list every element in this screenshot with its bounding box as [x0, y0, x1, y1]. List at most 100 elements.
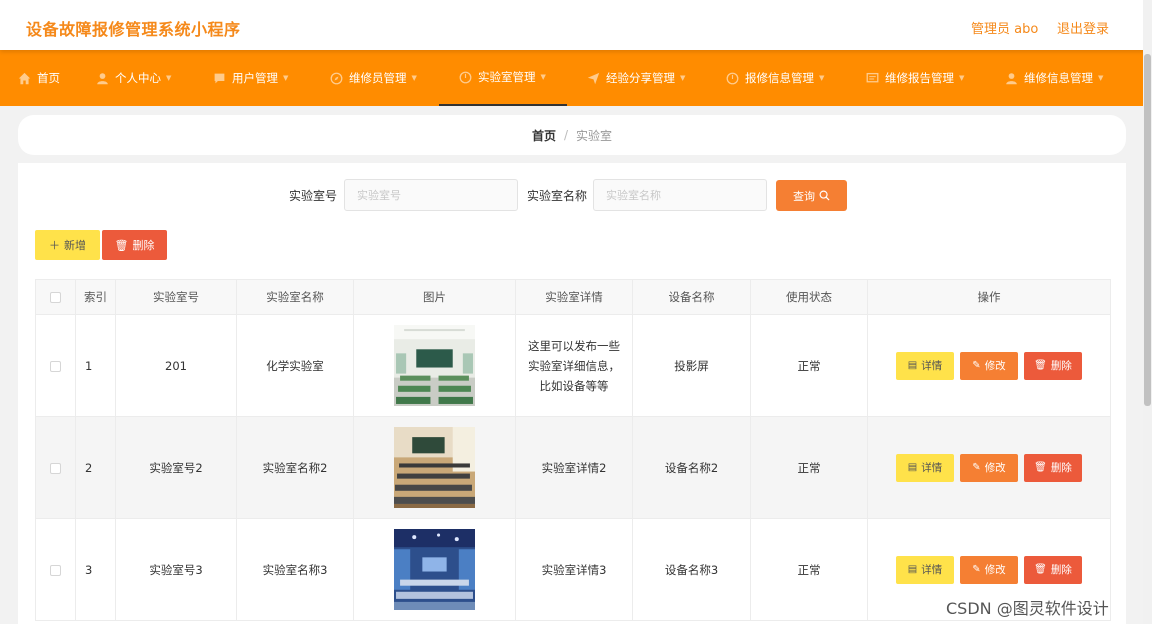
breadcrumb-separator: / [563, 128, 569, 142]
person-icon [97, 72, 108, 84]
edit-button[interactable]: ✎ 修改 [960, 555, 1018, 584]
nav-item-label: 首页 [37, 71, 60, 85]
column-header: 实验室名称 [236, 279, 354, 315]
document-icon: ▤ [907, 360, 918, 371]
lab-photo-3[interactable] [394, 529, 475, 610]
pencil-icon: ✎ [972, 360, 981, 371]
lab-photo-2[interactable] [394, 427, 475, 508]
cell-image [353, 416, 516, 519]
breadcrumb-home[interactable]: 首页 [532, 127, 556, 144]
cell-lab-name: 实验室名称3 [236, 518, 354, 621]
cell-image [353, 314, 516, 417]
cell-lab-detail: 实验室详情3 [515, 518, 633, 621]
edit-button-label: 修改 [984, 564, 1006, 576]
select-all-header [35, 279, 76, 315]
page-scrollbar[interactable] [1143, 0, 1152, 624]
edit-button[interactable]: ✎ 修改 [960, 351, 1018, 380]
trash-icon: 🗑 [114, 238, 129, 252]
nav-item-label: 报修信息管理 [745, 71, 814, 85]
row-checkbox[interactable] [50, 360, 61, 372]
cell-lab-no: 201 [115, 314, 237, 417]
cell-status: 正常 [750, 416, 868, 519]
detail-button[interactable]: ▤ 详情 [896, 453, 954, 482]
nav-item-profile[interactable]: 个人中心 ▼ [96, 50, 171, 106]
message-icon [866, 72, 879, 82]
chevron-down-icon: ▼ [166, 74, 172, 82]
chevron-down-icon: ▼ [1098, 74, 1104, 82]
breadcrumb: 首页 / 实验室 [18, 115, 1126, 155]
batch-delete-button[interactable]: 🗑 删除 [102, 230, 167, 260]
cell-actions: ▤ 详情 ✎ 修改 🗑 删除 [867, 416, 1111, 519]
nav-item-repair-info[interactable]: 维修信息管理 ▼ [1005, 50, 1103, 106]
lab-no-label: 实验室号 [289, 189, 338, 203]
lab-photo-1[interactable] [394, 325, 475, 406]
document-icon: ▤ [907, 564, 918, 575]
edit-button[interactable]: ✎ 修改 [960, 453, 1018, 482]
cell-index: 1 [75, 314, 116, 417]
select-all-checkbox[interactable] [50, 292, 61, 303]
pencil-icon: ✎ [972, 462, 981, 473]
cell-lab-detail: 实验室详情2 [515, 416, 633, 519]
delete-button-label: 删除 [1050, 462, 1072, 474]
cell-status: 正常 [750, 518, 868, 621]
cell-device: 设备名称2 [632, 416, 751, 519]
lab-name-input[interactable] [593, 179, 767, 211]
trash-icon: 🗑 [1034, 462, 1047, 473]
trash-icon: 🗑 [1034, 360, 1047, 371]
nav-item-labs[interactable]: 实验室管理 ▼ [439, 50, 567, 106]
nav-item-repairmen[interactable]: 维修员管理 ▼ [330, 50, 417, 106]
lab-name-label: 实验室名称 [527, 189, 588, 203]
detail-button[interactable]: ▤ 详情 [896, 351, 954, 380]
main-navbar: 首页 个人中心 ▼ 用户管理 ▼ 维修员管理 ▼ 实验室管理 ▼ 经验分享管理 … [0, 50, 1152, 106]
detail-button[interactable]: ▤ 详情 [896, 555, 954, 584]
nav-item-repair-requests[interactable]: 报修信息管理 ▼ [726, 50, 824, 106]
chat-icon [214, 73, 225, 83]
lab-detail-text: 这里可以发布一些实验室详细信息，比如设备等等 [528, 338, 620, 393]
scrollbar-thumb[interactable] [1144, 54, 1151, 406]
nav-item-repair-reports[interactable]: 维修报告管理 ▼ [866, 50, 964, 106]
nav-item-users[interactable]: 用户管理 ▼ [213, 50, 288, 106]
delete-button[interactable]: 🗑 删除 [1024, 351, 1082, 380]
chevron-down-icon: ▼ [540, 73, 546, 81]
delete-button[interactable]: 🗑 删除 [1024, 453, 1082, 482]
cell-actions: ▤ 详情 ✎ 修改 🗑 删除 [867, 314, 1111, 417]
logout-link[interactable]: 退出登录 [1057, 18, 1109, 37]
home-icon [18, 72, 31, 84]
cell-index: 2 [75, 416, 116, 519]
detail-button-label: 详情 [921, 564, 943, 576]
row-checkbox[interactable] [50, 564, 61, 576]
nav-item-label: 经验分享管理 [606, 71, 675, 85]
main-content: 实验室号 实验室名称 查询 ＋ 新增 🗑 删除 索引 实验室号 实验室名称 图片 [18, 163, 1126, 624]
query-button-label: 查询 [793, 189, 815, 203]
clock-icon [459, 71, 472, 83]
lab-table: 索引 实验室号 实验室名称 图片 实验室详情 设备名称 使用状态 操作 1 20… [35, 279, 1111, 621]
column-header: 实验室号 [115, 279, 237, 315]
nav-item-experience[interactable]: 经验分享管理 ▼ [587, 50, 685, 106]
column-header: 索引 [75, 279, 116, 315]
chevron-down-icon: ▼ [283, 74, 289, 82]
admin-user-label: 管理员 abo [971, 22, 1039, 37]
trash-icon: 🗑 [1034, 564, 1047, 575]
lab-no-input[interactable] [344, 179, 518, 211]
row-checkbox[interactable] [50, 462, 61, 474]
cell-lab-detail: 这里可以发布一些实验室详细信息，比如设备等等 [515, 314, 633, 417]
cell-lab-no: 实验室号3 [115, 518, 237, 621]
column-header: 图片 [353, 279, 516, 315]
breadcrumb-current: 实验室 [576, 128, 613, 143]
nav-item-label: 维修报告管理 [885, 71, 954, 85]
delete-button[interactable]: 🗑 删除 [1024, 555, 1082, 584]
table-row: 1 201 化学实验室 这里可以发布一些实验室详细信息，比如设备等等 投影屏 正… [35, 314, 1111, 417]
cell-lab-name: 实验室名称2 [236, 416, 354, 519]
add-button-label: 新增 [64, 239, 86, 252]
nav-item-home[interactable]: 首页 [18, 50, 60, 106]
delete-button-label: 删除 [132, 239, 155, 252]
search-icon [819, 190, 830, 201]
nav-item-label: 维修员管理 [349, 71, 407, 85]
table-header-row: 索引 实验室号 实验室名称 图片 实验室详情 设备名称 使用状态 操作 [35, 279, 1111, 315]
add-button[interactable]: ＋ 新增 [35, 230, 100, 260]
nav-item-label: 用户管理 [232, 71, 278, 85]
cell-image [353, 518, 516, 621]
chevron-down-icon: ▼ [819, 74, 825, 82]
query-button[interactable]: 查询 [776, 180, 847, 211]
cell-lab-no: 实验室号2 [115, 416, 237, 519]
